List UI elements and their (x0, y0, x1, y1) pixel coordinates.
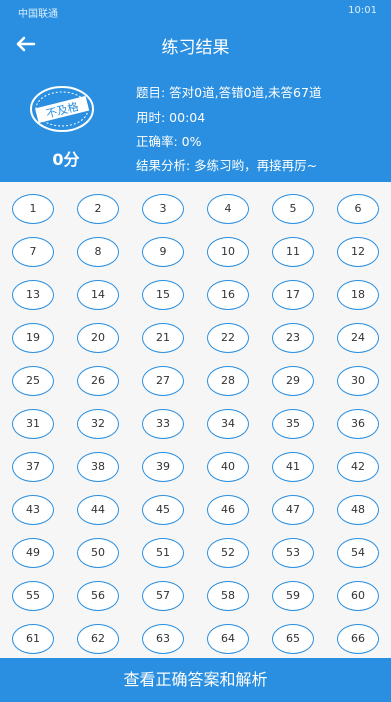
question-number-button[interactable]: 46 (207, 495, 249, 525)
question-number-button[interactable]: 49 (12, 538, 54, 568)
question-number-button[interactable]: 36 (337, 409, 379, 439)
question-number-button[interactable]: 65 (272, 624, 314, 654)
question-number-button[interactable]: 37 (12, 452, 54, 482)
question-number-button[interactable]: 34 (207, 409, 249, 439)
question-number-button[interactable]: 32 (77, 409, 119, 439)
question-number-button[interactable]: 27 (142, 366, 184, 396)
question-number-button[interactable]: 7 (12, 237, 54, 267)
question-number-button[interactable]: 10 (207, 237, 249, 267)
question-number-button[interactable]: 47 (272, 495, 314, 525)
question-number-button[interactable]: 62 (77, 624, 119, 654)
question-number-button[interactable]: 16 (207, 280, 249, 310)
question-number-button[interactable]: 25 (12, 366, 54, 396)
question-number-button[interactable]: 9 (142, 237, 184, 267)
question-number-button[interactable]: 41 (272, 452, 314, 482)
question-number-button[interactable]: 20 (77, 323, 119, 353)
question-number-button[interactable]: 58 (207, 581, 249, 611)
question-number-button[interactable]: 15 (142, 280, 184, 310)
question-number-button[interactable]: 28 (207, 366, 249, 396)
status-time: 10:01 (348, 5, 377, 16)
question-number-button[interactable]: 57 (142, 581, 184, 611)
accuracy-line: 正确率: 0% (136, 134, 202, 149)
question-number-button[interactable]: 53 (272, 538, 314, 568)
question-number-button[interactable]: 12 (337, 237, 379, 267)
question-number-button[interactable]: 29 (272, 366, 314, 396)
question-number-button[interactable]: 2 (77, 194, 119, 224)
question-number-button[interactable]: 35 (272, 409, 314, 439)
question-number-button[interactable]: 64 (207, 624, 249, 654)
question-number-button[interactable]: 45 (142, 495, 184, 525)
question-number-button[interactable]: 66 (337, 624, 379, 654)
question-number-button[interactable]: 63 (142, 624, 184, 654)
header: 中国联通 10:01 练习结果 不及格 0分 题目: 答对0道,答错0道,未答6… (0, 0, 391, 182)
question-number-button[interactable]: 55 (12, 581, 54, 611)
view-answers-button[interactable]: 查看正确答案和解析 (0, 658, 391, 702)
question-number-button[interactable]: 51 (142, 538, 184, 568)
question-number-button[interactable]: 38 (77, 452, 119, 482)
question-number-button[interactable]: 26 (77, 366, 119, 396)
question-number-button[interactable]: 13 (12, 280, 54, 310)
question-number-button[interactable]: 22 (207, 323, 249, 353)
question-number-button[interactable]: 31 (12, 409, 54, 439)
question-number-button[interactable]: 24 (337, 323, 379, 353)
question-number-button[interactable]: 39 (142, 452, 184, 482)
question-number-button[interactable]: 23 (272, 323, 314, 353)
question-number-button[interactable]: 33 (142, 409, 184, 439)
question-number-button[interactable]: 43 (12, 495, 54, 525)
question-number-button[interactable]: 52 (207, 538, 249, 568)
question-number-button[interactable]: 3 (142, 194, 184, 224)
analysis-line: 结果分析: 多练习哟，再接再厉~ (136, 158, 318, 173)
question-number-button[interactable]: 17 (272, 280, 314, 310)
fail-stamp-icon: 不及格 (30, 86, 94, 132)
page-title: 练习结果 (161, 38, 230, 58)
time-line: 用时: 00:04 (136, 110, 206, 125)
question-number-button[interactable]: 1 (12, 194, 54, 224)
question-number-button[interactable]: 19 (12, 323, 54, 353)
question-number-button[interactable]: 48 (337, 495, 379, 525)
question-number-button[interactable]: 40 (207, 452, 249, 482)
question-number-button[interactable]: 21 (142, 323, 184, 353)
question-number-button[interactable]: 56 (77, 581, 119, 611)
question-number-button[interactable]: 5 (272, 194, 314, 224)
question-number-button[interactable]: 14 (77, 280, 119, 310)
carrier-label: 中国联通 (18, 9, 58, 20)
question-number-button[interactable]: 30 (337, 366, 379, 396)
question-number-button[interactable]: 11 (272, 237, 314, 267)
question-grid: 1 2 3 4 5 6 7 8 9 10 11 12 13 14 15 16 17 18 19 20 21 22 23 24 2… (0, 182, 391, 658)
question-number-button[interactable]: 50 (77, 538, 119, 568)
question-number-button[interactable]: 61 (12, 624, 54, 654)
question-number-button[interactable]: 6 (337, 194, 379, 224)
question-number-button[interactable]: 59 (272, 581, 314, 611)
question-number-button[interactable]: 60 (337, 581, 379, 611)
status-bar: 中国联通 10:01 (0, 0, 391, 24)
summary-line: 题目: 答对0道,答错0道,未答67道 (136, 85, 322, 100)
question-number-button[interactable]: 54 (337, 538, 379, 568)
question-number-button[interactable]: 18 (337, 280, 379, 310)
question-number-button[interactable]: 4 (207, 194, 249, 224)
question-number-button[interactable]: 42 (337, 452, 379, 482)
question-number-button[interactable]: 44 (77, 495, 119, 525)
question-number-button[interactable]: 8 (77, 237, 119, 267)
score: 0分 (52, 150, 80, 169)
